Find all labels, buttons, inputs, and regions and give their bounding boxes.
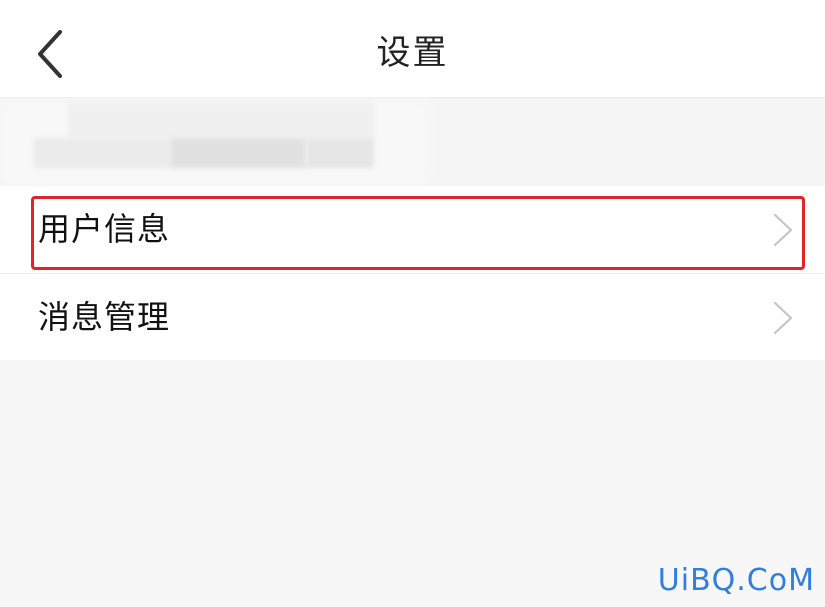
chevron-right-icon <box>773 213 793 247</box>
chevron-right-icon <box>773 301 793 335</box>
watermark: UiBQ.CoM <box>657 563 815 598</box>
blurred-account-area <box>0 98 825 186</box>
blurred-text-segment <box>34 138 170 168</box>
menu-item-message-management[interactable]: 消息管理 <box>0 273 825 360</box>
menu-item-label: 用户信息 <box>38 210 171 248</box>
menu-item-user-info[interactable]: 用户信息 <box>0 186 825 273</box>
blurred-text-segment <box>306 138 374 168</box>
blurred-text-top <box>68 102 374 138</box>
nav-bar: 设置 <box>0 0 825 98</box>
settings-menu-list: 用户信息 消息管理 <box>0 186 825 360</box>
menu-item-label: 消息管理 <box>38 298 171 336</box>
page-title: 设置 <box>376 33 449 73</box>
blurred-text-segment <box>170 138 306 168</box>
